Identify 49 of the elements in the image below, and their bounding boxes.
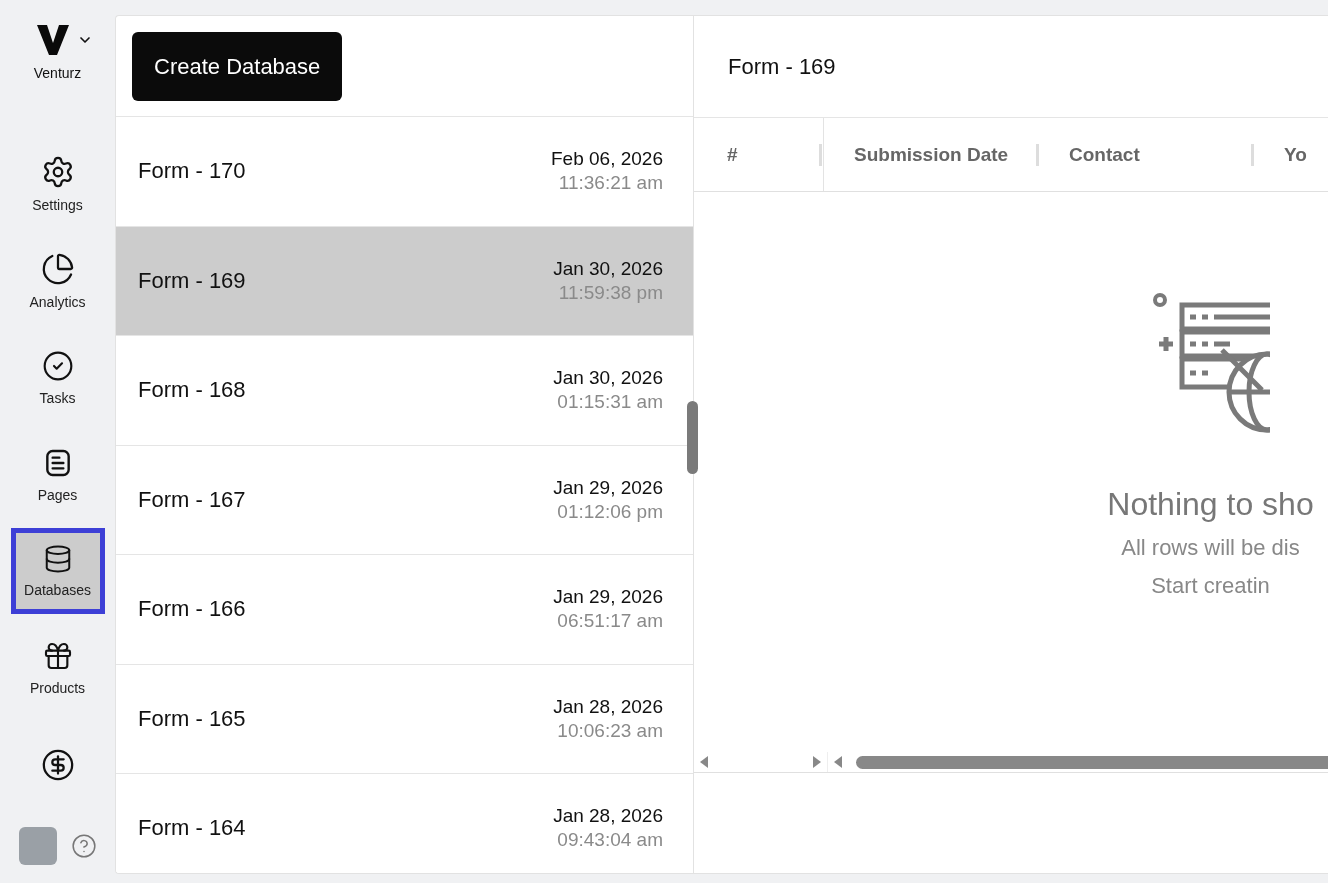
form-time: 10:06:23 am [557,719,663,742]
form-name: Form - 167 [138,486,246,513]
form-time: 01:12:06 pm [557,500,663,523]
scroll-left-icon[interactable] [700,756,708,768]
form-time: 01:15:31 am [557,391,663,414]
form-name: Form - 164 [138,815,246,842]
logo-icon[interactable] [36,25,69,55]
empty-message: Start creatin [1151,573,1270,599]
scroll-right-icon[interactable] [813,756,821,768]
form-time: 11:36:21 am [558,172,663,195]
column-header[interactable]: Contact [1039,143,1251,166]
dollar-icon [40,748,75,783]
nav-item[interactable]: Analytics [10,237,105,324]
form-date: Jan 28, 2026 [553,695,663,718]
empty-title: Nothing to sho [1107,486,1314,523]
create-database-button[interactable]: Create Database [132,32,343,101]
empty-message: All rows will be dis [1121,535,1300,561]
form-name: Form - 165 [138,705,246,732]
column-header[interactable]: Submission Date [824,143,1036,166]
help-icon[interactable] [70,832,97,859]
form-row[interactable]: Form - 169 Jan 30, 2026 11:59:38 pm [116,226,693,336]
form-date: Jan 30, 2026 [553,367,663,390]
form-name: Form - 166 [138,596,246,623]
scrollbar-thumb[interactable] [856,755,1328,769]
form-date: Jan 29, 2026 [553,476,663,499]
form-date: Feb 06, 2026 [551,148,663,171]
brand-name: Venturz [33,65,82,81]
scroll-left-icon[interactable] [834,756,842,768]
nav-item[interactable]: Pages [10,431,105,518]
column-header[interactable]: Yo [1254,143,1328,166]
check-circle-icon [41,349,74,382]
form-time: 11:59:38 pm [558,281,663,304]
nav-item[interactable]: Tasks [10,334,105,421]
form-time: 06:51:17 am [557,610,663,633]
form-name: Form - 168 [138,377,246,404]
nav-item[interactable]: Databases [10,528,105,615]
nav-item[interactable]: Settings [10,141,105,227]
form-date: Jan 28, 2026 [553,805,663,828]
scrollbar-thumb[interactable] [687,401,698,474]
pie-chart-icon [40,251,75,286]
column-header[interactable]: # [694,143,819,166]
form-date: Jan 29, 2026 [553,586,663,609]
form-name: Form - 169 [138,267,246,294]
nav-item[interactable]: Products [10,625,105,712]
form-date: Jan 30, 2026 [553,257,663,280]
detail-title: Form - 169 [728,53,836,80]
form-time: 09:43:04 am [557,829,663,852]
form-name: Form - 170 [138,158,246,185]
avatar[interactable] [18,826,57,865]
